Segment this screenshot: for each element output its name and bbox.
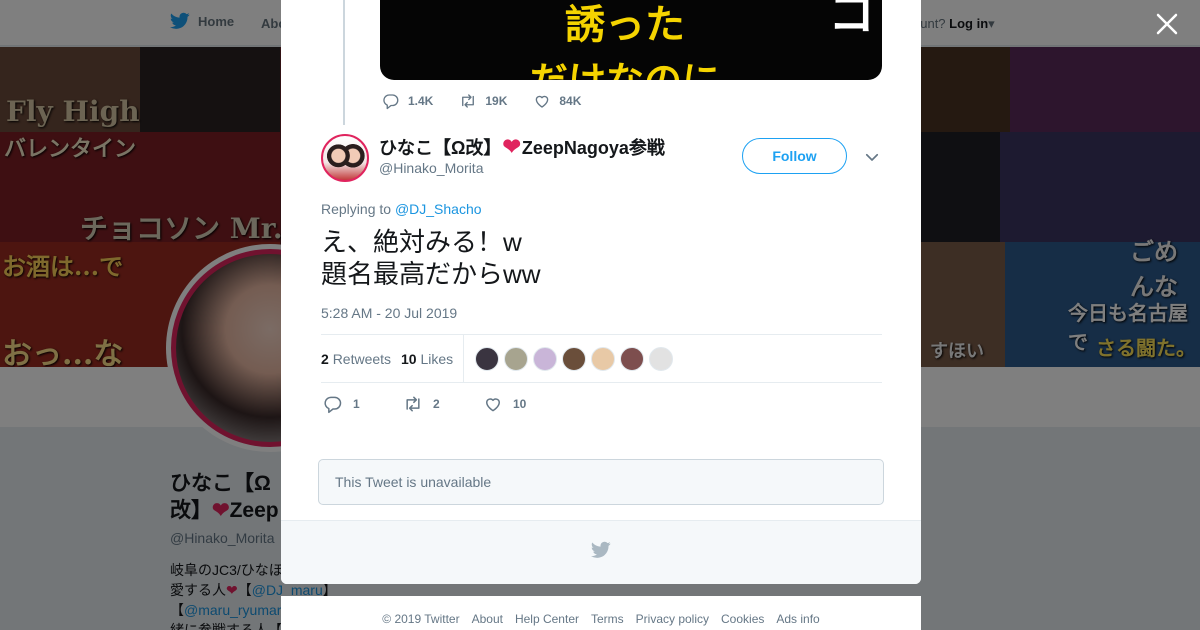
liker-avatar[interactable] xyxy=(562,347,586,371)
reply-action[interactable]: 1.4K xyxy=(382,92,433,110)
likes-stat[interactable]: 10 Likes xyxy=(401,351,453,367)
reply-action[interactable]: 1 xyxy=(323,394,403,414)
tweet-stats: 2 Retweets 10 Likes xyxy=(321,334,882,383)
footer-link-help-center[interactable]: Help Center xyxy=(515,612,579,630)
stats-divider xyxy=(463,335,464,382)
liker-avatar[interactable] xyxy=(649,347,673,371)
media-caption: 誘った xyxy=(565,1,685,48)
like-action[interactable]: 84K xyxy=(533,92,581,110)
retweet-count: 19K xyxy=(485,94,508,108)
reply-icon xyxy=(324,396,342,414)
media-caption: だけなのに xyxy=(530,50,720,80)
chevron-down-icon[interactable] xyxy=(863,148,881,166)
replying-to-handle[interactable]: @DJ_Shacho xyxy=(395,201,482,217)
retweet-icon xyxy=(406,396,420,412)
liker-avatar[interactable] xyxy=(504,347,528,371)
media-caption: パコ xyxy=(819,0,875,36)
liker-avatars xyxy=(475,347,673,371)
heart-emoji-icon: ❤ xyxy=(502,134,521,159)
footer-link-about[interactable]: About xyxy=(472,612,503,630)
replying-to-label: Replying to xyxy=(321,201,392,217)
reply-count: 1.4K xyxy=(408,94,434,108)
reply-count: 1 xyxy=(353,397,360,411)
close-icon[interactable] xyxy=(1155,12,1179,36)
footer-link-cookies[interactable]: Cookies xyxy=(721,612,764,630)
display-name: ひなこ【Ω改】 xyxy=(379,138,502,158)
liker-avatar[interactable] xyxy=(533,347,557,371)
tweet-modal: 誘った だけなのに パコ 1.4K 19K 84K ひなこ【Ω改】❤ZeepNa… xyxy=(281,0,921,584)
retweets-label: Retweets xyxy=(332,351,392,367)
like-count: 84K xyxy=(559,94,582,108)
liker-avatar[interactable] xyxy=(591,347,615,371)
tweet-author-handle[interactable]: @Hinako_Morita xyxy=(379,160,483,176)
retweet-action[interactable]: 2 xyxy=(403,394,483,414)
display-name-suffix: ZeepNagoya参戦 xyxy=(521,138,665,158)
like-action[interactable]: 10 xyxy=(483,394,563,414)
previous-tweet-actions: 1.4K 19K 84K xyxy=(382,92,581,110)
like-icon xyxy=(536,95,549,108)
like-icon xyxy=(486,398,500,412)
reply-icon xyxy=(383,94,399,110)
tweet-timestamp[interactable]: 5:28 AM - 20 Jul 2019 xyxy=(321,305,457,321)
unavailable-tweet-notice: This Tweet is unavailable xyxy=(318,459,884,505)
retweets-count: 2 xyxy=(321,351,329,367)
retweets-stat[interactable]: 2 Retweets xyxy=(321,351,391,367)
retweet-count: 2 xyxy=(433,397,440,411)
footer-copyright: © 2019 Twitter xyxy=(382,612,460,626)
site-footer: © 2019 Twitter About Help Center Terms P… xyxy=(281,596,921,630)
conversation-thread-line xyxy=(343,0,345,125)
liker-avatar[interactable] xyxy=(475,347,499,371)
follow-button[interactable]: Follow xyxy=(742,138,847,174)
tweet-actions: 1 2 10 xyxy=(323,394,563,414)
previous-tweet-media[interactable]: 誘った だけなのに パコ xyxy=(380,0,882,80)
replying-to: Replying to @DJ_Shacho xyxy=(321,201,482,217)
like-count: 10 xyxy=(513,397,527,411)
tweet-text: え、絶対みる！w 題名最高だからww xyxy=(321,227,541,289)
modal-footer xyxy=(281,520,921,584)
twitter-bird-icon xyxy=(591,541,611,558)
footer-link-terms[interactable]: Terms xyxy=(591,612,624,630)
likes-label: Likes xyxy=(420,351,454,367)
tweet-author-avatar[interactable] xyxy=(321,134,369,182)
retweet-action[interactable]: 19K xyxy=(459,92,507,110)
liker-avatar[interactable] xyxy=(620,347,644,371)
likes-count: 10 xyxy=(401,351,417,367)
tweet-author-name[interactable]: ひなこ【Ω改】 ❤ ZeepNagoya参戦 xyxy=(379,134,665,160)
footer-link-privacy[interactable]: Privacy policy xyxy=(636,612,709,630)
retweet-icon xyxy=(462,94,475,108)
footer-link-ads-info[interactable]: Ads info xyxy=(776,612,819,630)
